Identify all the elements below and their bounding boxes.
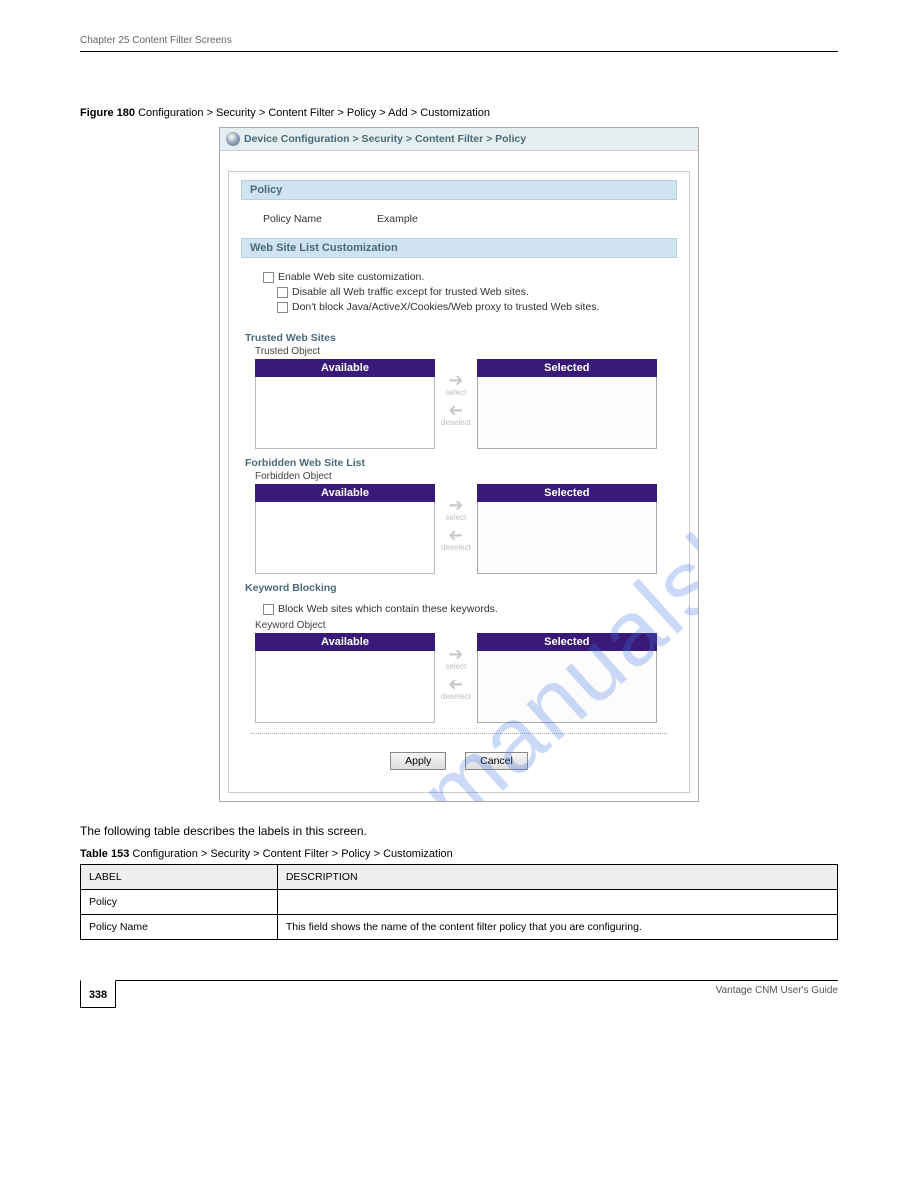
- select-label: select: [445, 389, 466, 397]
- arrow-left-icon[interactable]: ➜: [448, 526, 463, 544]
- section-customization-header: Web Site List Customization: [241, 238, 677, 258]
- breadcrumb: Device Configuration > Security > Conten…: [220, 128, 698, 151]
- chapter-header: Chapter 25 Content Filter Screens: [80, 35, 838, 46]
- table-caption: Table 153 Configuration > Security > Con…: [80, 848, 838, 860]
- select-label: select: [445, 663, 466, 671]
- enable-customization-label: Enable Web site customization.: [278, 271, 424, 283]
- dont-block-label: Don't block Java/ActiveX/Cookies/Web pro…: [292, 301, 599, 313]
- dont-block-checkbox[interactable]: [277, 302, 288, 313]
- trusted-selected-list[interactable]: [477, 377, 657, 449]
- section-policy-header: Policy: [241, 180, 677, 200]
- deselect-label: deselect: [441, 419, 471, 427]
- trusted-available-header: Available: [255, 359, 435, 377]
- forbidden-selected-header: Selected: [477, 484, 657, 502]
- table-col-label: LABEL: [81, 865, 278, 890]
- keyword-header: Keyword Blocking: [241, 582, 677, 594]
- forbidden-available-header: Available: [255, 484, 435, 502]
- page-footer: 338 Vantage CNM User's Guide: [80, 980, 838, 1020]
- trusted-available-list[interactable]: [255, 377, 435, 449]
- trusted-object-label: Trusted Object: [255, 346, 677, 357]
- forbidden-object-label: Forbidden Object: [255, 471, 677, 482]
- screenshot-panel: Device Configuration > Security > Conten…: [219, 127, 699, 802]
- table-col-desc: DESCRIPTION: [277, 865, 837, 890]
- table-row: Policy: [81, 890, 838, 915]
- deselect-label: deselect: [441, 544, 471, 552]
- block-keywords-checkbox[interactable]: [263, 604, 274, 615]
- arrow-right-icon[interactable]: ➜: [448, 496, 463, 514]
- trusted-header: Trusted Web Sites: [241, 332, 677, 344]
- disable-traffic-label: Disable all Web traffic except for trust…: [292, 286, 529, 298]
- trusted-selected-header: Selected: [477, 359, 657, 377]
- policy-name-value: Example: [377, 213, 418, 225]
- keyword-selected-header: Selected: [477, 633, 657, 651]
- forbidden-header: Forbidden Web Site List: [241, 457, 677, 469]
- footer-text: Vantage CNM User's Guide: [716, 985, 838, 996]
- block-keywords-label: Block Web sites which contain these keyw…: [278, 603, 498, 615]
- keyword-selected-list[interactable]: [477, 651, 657, 723]
- arrow-left-icon[interactable]: ➜: [448, 675, 463, 693]
- trusted-picker: Available ➜ select ➜ deselect Selected: [255, 359, 677, 449]
- disable-traffic-checkbox[interactable]: [277, 287, 288, 298]
- forbidden-selected-list[interactable]: [477, 502, 657, 574]
- cancel-button[interactable]: Cancel: [465, 752, 528, 770]
- page-number: 338: [80, 980, 116, 1008]
- keyword-picker: Available ➜ select ➜ deselect Selected: [255, 633, 677, 723]
- keyword-available-header: Available: [255, 633, 435, 651]
- policy-name-label: Policy Name: [263, 213, 373, 225]
- select-label: select: [445, 514, 466, 522]
- description-table: LABEL DESCRIPTION Policy Policy Name Thi…: [80, 864, 838, 940]
- forbidden-picker: Available ➜ select ➜ deselect Selected: [255, 484, 677, 574]
- keyword-object-label: Keyword Object: [255, 620, 677, 631]
- header-rule: [80, 51, 838, 52]
- table-row: Policy Name This field shows the name of…: [81, 915, 838, 940]
- figure-label: Figure 180 Configuration > Security > Co…: [80, 107, 838, 119]
- enable-customization-checkbox[interactable]: [263, 272, 274, 283]
- breadcrumb-text: Device Configuration > Security > Conten…: [244, 133, 526, 145]
- arrow-left-icon[interactable]: ➜: [448, 401, 463, 419]
- apply-button[interactable]: Apply: [390, 752, 446, 770]
- globe-icon: [226, 132, 240, 146]
- forbidden-available-list[interactable]: [255, 502, 435, 574]
- content-area: Policy Policy Name Example Web Site List…: [228, 171, 690, 793]
- deselect-label: deselect: [441, 693, 471, 701]
- description-paragraph: The following table describes the labels…: [80, 824, 838, 838]
- arrow-right-icon[interactable]: ➜: [448, 371, 463, 389]
- keyword-available-list[interactable]: [255, 651, 435, 723]
- arrow-right-icon[interactable]: ➜: [448, 645, 463, 663]
- divider: [251, 733, 667, 734]
